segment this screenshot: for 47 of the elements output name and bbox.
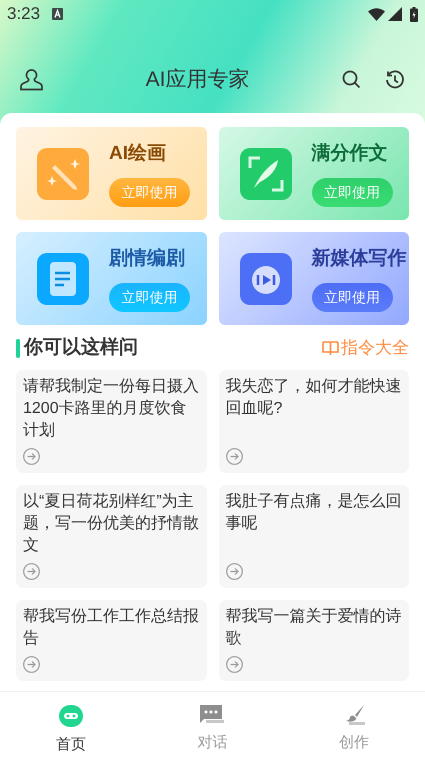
- prompt-text: 以“夏日荷花别样红”为主题，写一份优美的抒情散文: [23, 492, 200, 556]
- nav-tab[interactable]: 首页: [0, 692, 142, 757]
- chat-bubble-icon: [200, 705, 224, 725]
- prompt-text: 帮我写一篇关于爱情的诗歌: [226, 606, 402, 649]
- feature-card[interactable]: 剧情编剧 立即使用: [16, 232, 206, 325]
- wifi-icon: [368, 8, 385, 20]
- battery-icon: [410, 6, 418, 22]
- prompt-card[interactable]: 以“夏日荷花别样红”为主题，写一份优美的抒情散文: [16, 485, 206, 588]
- prompt-text: 我肚子有点痛，是怎么回事呢: [226, 492, 402, 534]
- document-icon: [37, 252, 89, 304]
- nav-tab[interactable]: 创作: [283, 692, 425, 757]
- app-title: AI应用专家: [146, 66, 250, 93]
- pencil-sparkle-icon: [37, 148, 89, 200]
- robot-face-icon: [58, 705, 83, 727]
- prompt-card[interactable]: 帮我写一篇关于爱情的诗歌: [218, 600, 409, 681]
- arrow-circle-icon: [226, 656, 242, 673]
- prompt-card[interactable]: 请帮我制定一份每日摄入1200卡路里的月度饮食计划: [16, 370, 206, 473]
- prompt-card[interactable]: 我肚子有点痛，是怎么回事呢: [218, 485, 409, 588]
- feature-card[interactable]: 新媒体写作 立即使用: [218, 232, 409, 325]
- signal-icon: [388, 7, 402, 21]
- arrow-circle-icon: [226, 448, 242, 465]
- feature-title: 剧情编剧: [109, 246, 186, 272]
- arrow-circle-icon: [226, 563, 242, 580]
- feature-title: 满分作文: [312, 142, 388, 166]
- notification-icon: [52, 8, 64, 20]
- history-icon[interactable]: [385, 70, 405, 90]
- use-now-button[interactable]: 立即使用: [312, 282, 392, 312]
- prompt-card[interactable]: 帮我写份工作工作总结报告: [16, 600, 206, 681]
- prompt-text: 我失恋了，如何才能快速回血呢?: [226, 376, 402, 419]
- search-icon[interactable]: [342, 70, 361, 89]
- arrow-circle-icon: [23, 656, 40, 673]
- feature-card[interactable]: AI绘画 立即使用: [16, 127, 206, 220]
- feather-frame-icon: [240, 148, 292, 200]
- status-time: 3:23: [7, 3, 40, 26]
- nav-tab[interactable]: 对话: [142, 692, 284, 757]
- arrow-circle-icon: [23, 563, 40, 580]
- feature-card[interactable]: 满分作文 立即使用: [218, 127, 409, 220]
- feature-title: 新媒体写作: [312, 246, 406, 272]
- book-icon: [322, 340, 339, 356]
- prompt-text: 请帮我制定一份每日摄入1200卡路里的月度饮食计划: [23, 376, 200, 441]
- user-icon[interactable]: [20, 68, 43, 91]
- chat-play-icon: [240, 252, 292, 304]
- prompt-card[interactable]: 我失恋了，如何才能快速回血呢?: [218, 370, 409, 473]
- feature-title: AI绘画: [109, 142, 167, 166]
- section-title: 你可以这样问: [24, 336, 138, 360]
- prompt-text: 帮我写份工作工作总结报告: [23, 606, 200, 649]
- arrow-circle-icon: [23, 448, 40, 465]
